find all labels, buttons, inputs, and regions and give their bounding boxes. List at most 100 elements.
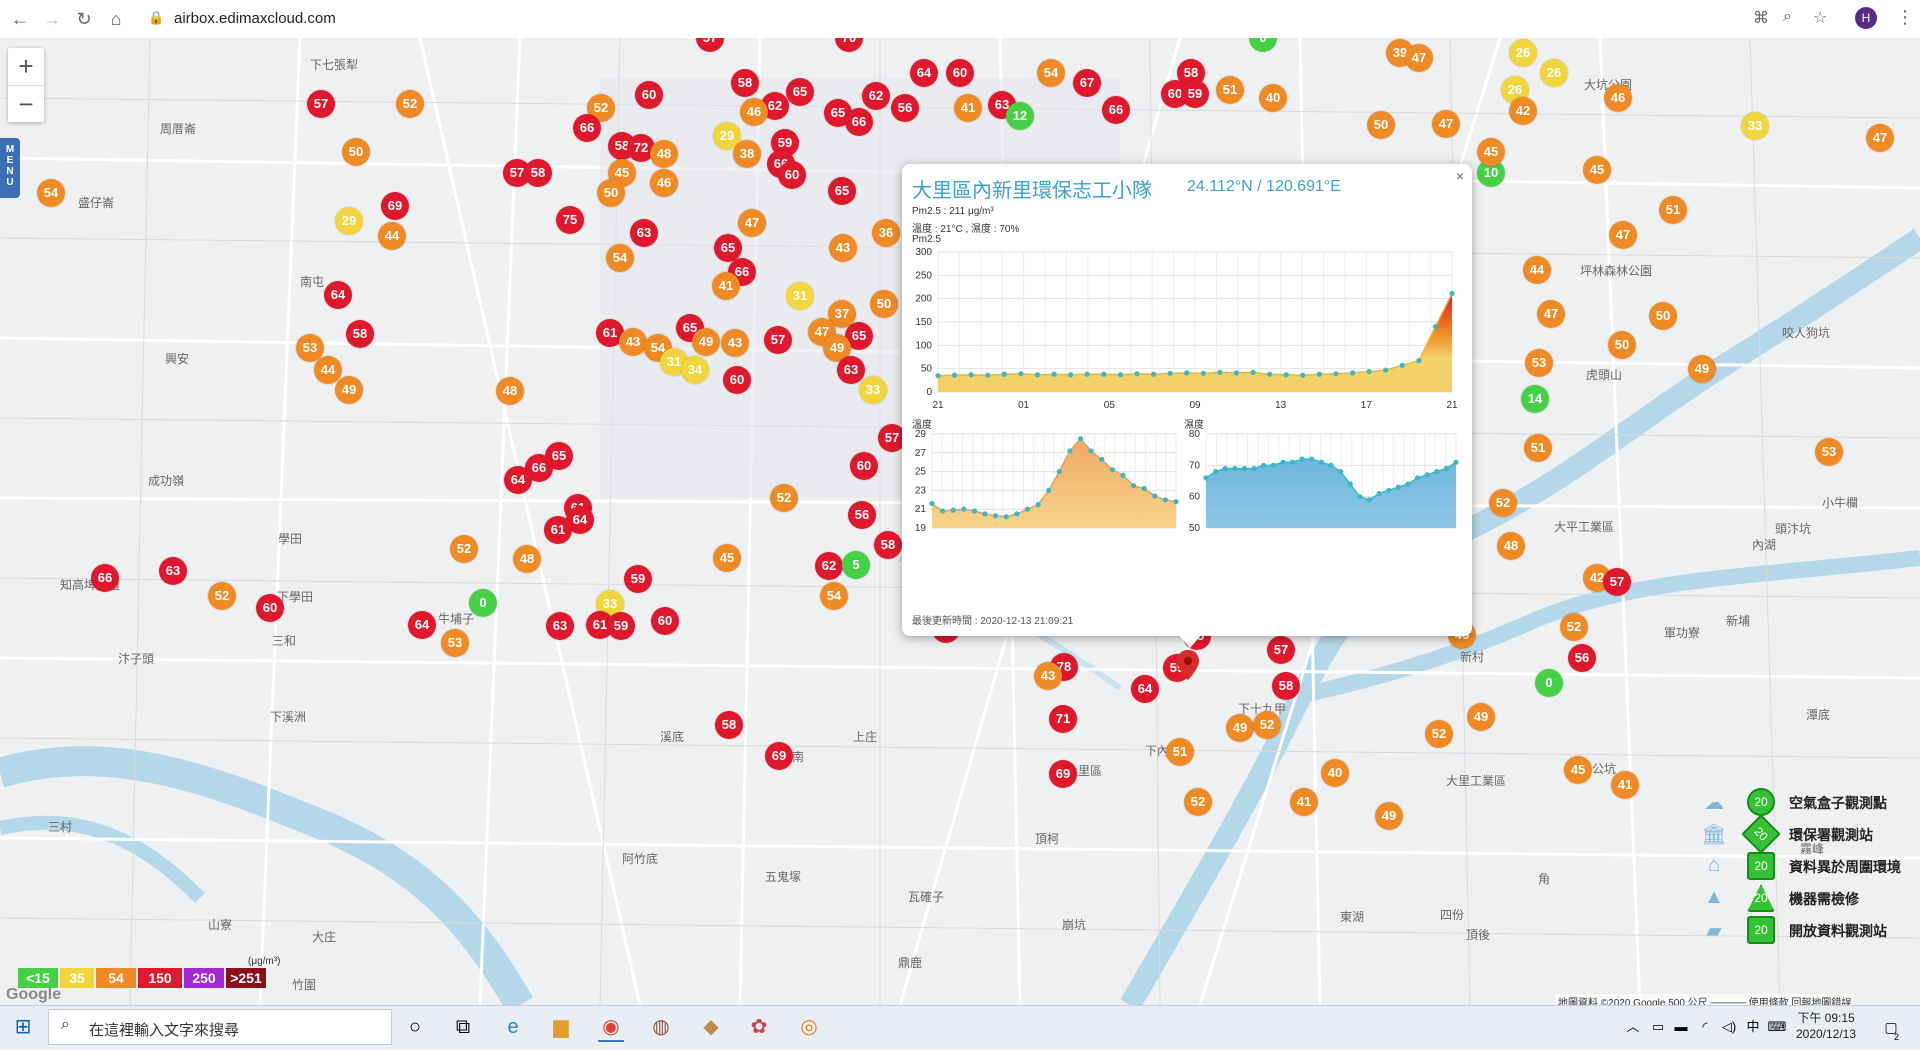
sensor-marker[interactable]: 45 bbox=[1583, 156, 1611, 184]
sensor-marker[interactable]: 46 bbox=[650, 169, 678, 197]
sensor-marker[interactable]: 52 bbox=[1253, 711, 1281, 739]
sensor-marker[interactable]: 53 bbox=[1525, 349, 1553, 377]
sensor-marker[interactable]: 57 bbox=[307, 90, 335, 118]
sensor-marker[interactable]: 31 bbox=[786, 282, 814, 310]
sensor-marker[interactable]: 49 bbox=[335, 376, 363, 404]
sensor-marker[interactable]: 56 bbox=[848, 501, 876, 529]
keyboard-icon[interactable]: ⌨ bbox=[1764, 1014, 1790, 1040]
zoom-in-button[interactable]: + bbox=[8, 48, 44, 86]
app-icon[interactable]: ◆ bbox=[698, 1014, 724, 1040]
sensor-marker[interactable]: 63 bbox=[159, 557, 187, 585]
translate-icon[interactable]: ⌘ bbox=[1753, 8, 1769, 28]
sensor-marker[interactable]: 69 bbox=[381, 192, 409, 220]
notification-center-icon[interactable]: ▢ 2 bbox=[1878, 1014, 1904, 1042]
sensor-marker[interactable]: 43 bbox=[721, 329, 749, 357]
sensor-marker[interactable]: 48 bbox=[496, 377, 524, 405]
sensor-marker[interactable]: 62 bbox=[815, 552, 843, 580]
sensor-marker[interactable]: 44 bbox=[378, 222, 406, 250]
sensor-marker[interactable]: 52 bbox=[1489, 489, 1517, 517]
sensor-marker[interactable]: 45 bbox=[1564, 756, 1592, 784]
sensor-marker[interactable]: 46 bbox=[1604, 84, 1632, 112]
sensor-marker[interactable]: 61 bbox=[544, 516, 572, 544]
map-canvas[interactable]: 下七張犁 周厝崙 盛仔崙 南屯 興安 成功嶺 學田 知高埤步道 下學田 牛埔子 三和 汴子頭 下溪洲 三村… bbox=[0, 38, 1920, 1005]
sensor-marker[interactable]: 49 bbox=[692, 328, 720, 356]
sensor-marker[interactable]: 52 bbox=[1425, 720, 1453, 748]
sensor-marker[interactable]: 69 bbox=[765, 742, 793, 770]
sensor-marker[interactable]: 64 bbox=[1131, 675, 1159, 703]
sensor-marker[interactable]: 63 bbox=[630, 219, 658, 247]
sensor-marker[interactable]: 54 bbox=[1037, 59, 1065, 87]
sensor-marker[interactable]: 52 bbox=[1560, 613, 1588, 641]
sensor-marker[interactable]: 69 bbox=[1049, 760, 1077, 788]
sensor-marker[interactable]: 45 bbox=[1477, 138, 1505, 166]
sensor-marker[interactable]: 62 bbox=[862, 82, 890, 110]
sensor-marker[interactable]: 60 bbox=[256, 594, 284, 622]
sensor-marker[interactable]: 0 bbox=[469, 589, 497, 617]
reload-icon[interactable]: ↻ bbox=[72, 7, 96, 31]
sensor-marker[interactable]: 52 bbox=[396, 90, 424, 118]
sensor-marker[interactable]: 67 bbox=[1073, 69, 1101, 97]
sensor-marker[interactable]: 60 bbox=[850, 452, 878, 480]
sensor-marker[interactable]: 58 bbox=[346, 320, 374, 348]
sensor-marker[interactable]: 64 bbox=[910, 59, 938, 87]
sensor-marker[interactable]: 51 bbox=[1524, 434, 1552, 462]
chrome-browser-icon[interactable]: ◉ bbox=[598, 1014, 624, 1042]
sensor-marker[interactable]: 47 bbox=[1537, 300, 1565, 328]
sensor-marker[interactable]: 58 bbox=[524, 159, 552, 187]
sensor-marker[interactable]: 41 bbox=[1611, 771, 1639, 799]
map-attribution[interactable]: 地圖資料 ©2020 Google 500 公尺 ───── 使用條款 回報地圖… bbox=[1555, 994, 1855, 1005]
volume-icon[interactable]: ◁) bbox=[1716, 1014, 1742, 1040]
menu-tab[interactable]: MENU bbox=[0, 138, 20, 198]
sensor-marker[interactable]: 59 bbox=[1181, 80, 1209, 108]
sensor-marker[interactable]: 34 bbox=[681, 356, 709, 384]
sensor-marker[interactable]: 59 bbox=[607, 612, 635, 640]
sensor-marker[interactable]: 50 bbox=[1367, 111, 1395, 139]
close-icon[interactable]: × bbox=[1456, 168, 1464, 184]
sensor-marker[interactable]: 52 bbox=[208, 582, 236, 610]
edge-browser-icon[interactable]: e bbox=[500, 1014, 526, 1040]
sensor-marker[interactable]: 60 bbox=[946, 59, 974, 87]
windows-start-icon[interactable]: ⊞ bbox=[10, 1014, 36, 1040]
sensor-marker[interactable]: 49 bbox=[1375, 802, 1403, 830]
sensor-marker[interactable]: 47 bbox=[1866, 124, 1894, 152]
sensor-marker[interactable]: 63 bbox=[837, 356, 865, 384]
back-icon[interactable]: ← bbox=[8, 7, 32, 31]
blender-icon[interactable]: ◎ bbox=[796, 1014, 822, 1040]
address-bar[interactable]: 🔒 airbox.edimaxcloud.com bbox=[138, 5, 1858, 33]
sensor-marker[interactable]: 50 bbox=[1649, 302, 1677, 330]
task-view-icon[interactable]: ⧉ bbox=[450, 1014, 476, 1040]
browser-menu-icon[interactable]: ⋮ bbox=[1896, 7, 1914, 28]
sensor-marker[interactable]: 65 bbox=[828, 177, 856, 205]
sensor-marker[interactable]: 48 bbox=[650, 140, 678, 168]
sensor-marker[interactable]: 33 bbox=[1741, 112, 1769, 140]
sensor-marker[interactable]: 5 bbox=[842, 551, 870, 579]
sensor-marker[interactable]: 58 bbox=[1272, 672, 1300, 700]
zoom-out-button[interactable]: − bbox=[8, 86, 44, 123]
sensor-marker[interactable]: 57 bbox=[1267, 636, 1295, 664]
sensor-marker[interactable]: 36 bbox=[872, 219, 900, 247]
sensor-marker[interactable]: 57 bbox=[764, 326, 792, 354]
sensor-marker[interactable]: 56 bbox=[891, 94, 919, 122]
sensor-marker[interactable]: 29 bbox=[335, 207, 363, 235]
profile-avatar[interactable]: H bbox=[1855, 7, 1877, 29]
sensor-marker[interactable]: 60 bbox=[778, 161, 806, 189]
sensor-marker[interactable]: 38 bbox=[733, 140, 761, 168]
sensor-marker[interactable]: 60 bbox=[723, 366, 751, 394]
sensor-marker[interactable]: 54 bbox=[606, 244, 634, 272]
tray-chevron-icon[interactable]: ︿ bbox=[1620, 1014, 1646, 1040]
sensor-marker[interactable]: 53 bbox=[1815, 438, 1843, 466]
sensor-marker[interactable]: 58 bbox=[715, 711, 743, 739]
sensor-marker[interactable]: 56 bbox=[1568, 644, 1596, 672]
sensor-marker[interactable]: 58 bbox=[874, 531, 902, 559]
sensor-marker[interactable]: 43 bbox=[1034, 662, 1062, 690]
sensor-marker[interactable]: 53 bbox=[441, 629, 469, 657]
sensor-marker[interactable]: 52 bbox=[770, 484, 798, 512]
sensor-marker[interactable]: 33 bbox=[859, 376, 887, 404]
sensor-marker[interactable]: 44 bbox=[1523, 256, 1551, 284]
sensor-marker[interactable]: 54 bbox=[820, 582, 848, 610]
sensor-marker[interactable]: 47 bbox=[1405, 44, 1433, 72]
sensor-marker[interactable]: 14 bbox=[1521, 385, 1549, 413]
sensor-marker[interactable]: 49 bbox=[1226, 714, 1254, 742]
sensor-marker[interactable]: 66 bbox=[845, 108, 873, 136]
bookmark-star-icon[interactable]: ☆ bbox=[1813, 8, 1827, 28]
